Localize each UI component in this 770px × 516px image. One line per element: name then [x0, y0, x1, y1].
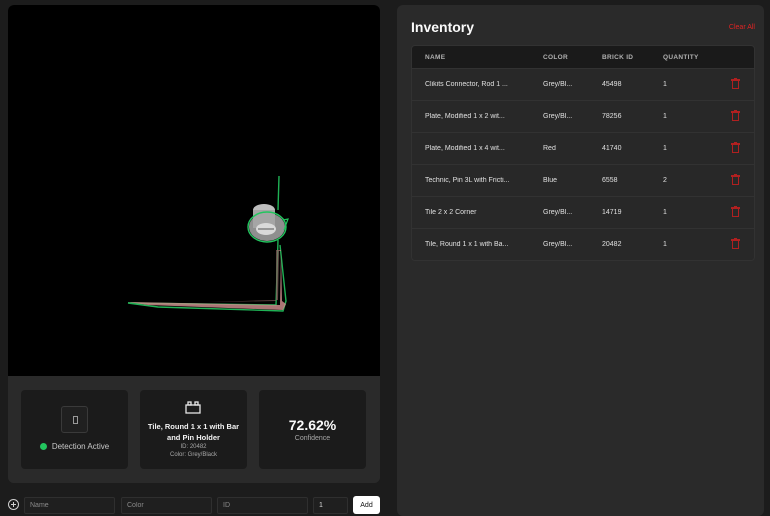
app-root: Detection Active Tile, Round 1 x 1 with …: [0, 0, 770, 516]
cell-brick-id: 41740: [602, 145, 622, 152]
cell-quantity: 1: [663, 81, 667, 88]
inventory-table: NAME COLOR BRICK ID QUANTITY Clikits Con…: [411, 45, 755, 261]
trash-icon[interactable]: [731, 78, 740, 89]
column-header-name[interactable]: NAME: [425, 54, 535, 61]
column-header-quantity[interactable]: QUANTITY: [663, 54, 698, 61]
cell-name: Technic, Pin 3L with Fricti...: [425, 177, 510, 184]
camera-icon: [61, 406, 88, 433]
cell-brick-id: 78256: [602, 113, 622, 120]
trash-icon[interactable]: [731, 174, 740, 185]
current-brick-card: Tile, Round 1 x 1 with Bar and Pin Holde…: [140, 390, 247, 469]
cell-quantity: 1: [663, 145, 667, 152]
table-row: Plate, Modified 1 x 4 wit... Red 41740 1: [412, 132, 754, 164]
confidence-label: Confidence: [294, 435, 331, 442]
confidence-value: 72.62%: [288, 417, 337, 433]
color-input[interactable]: [121, 497, 212, 514]
id-input[interactable]: [217, 497, 308, 514]
cell-brick-id: 14719: [602, 209, 622, 216]
cell-name: Tile 2 x 2 Corner: [425, 209, 477, 216]
cell-name: Plate, Modified 1 x 4 wit...: [425, 145, 505, 152]
column-header-brick-id[interactable]: BRICK ID: [602, 54, 652, 61]
trash-icon[interactable]: [731, 206, 740, 217]
table-row: Tile, Round 1 x 1 with Ba... Grey/Bl... …: [412, 228, 754, 260]
inventory-title: Inventory: [411, 19, 475, 35]
detection-status-card: Detection Active: [21, 390, 128, 469]
trash-icon[interactable]: [731, 110, 740, 121]
cell-quantity: 1: [663, 241, 667, 248]
trash-icon[interactable]: [731, 142, 740, 153]
cell-color: Grey/Bl...: [543, 241, 573, 248]
cell-quantity: 1: [663, 113, 667, 120]
cell-name: Clikits Connector, Rod 1 ...: [425, 81, 508, 88]
detection-panel: Detection Active Tile, Round 1 x 1 with …: [8, 5, 380, 483]
name-input[interactable]: [24, 497, 115, 514]
confidence-card: 72.62% Confidence: [259, 390, 366, 469]
brick-icon: [185, 401, 201, 414]
add-button[interactable]: Add: [353, 496, 380, 514]
table-header: NAME COLOR BRICK ID QUANTITY: [412, 46, 754, 68]
stats-row: Detection Active Tile, Round 1 x 1 with …: [8, 376, 380, 483]
cell-brick-id: 20482: [602, 241, 622, 248]
table-row: Tile 2 x 2 Corner Grey/Bl... 14719 1: [412, 196, 754, 228]
current-brick-name: Tile, Round 1 x 1 with Bar and Pin Holde…: [147, 422, 240, 442]
cell-color: Grey/Bl...: [543, 209, 573, 216]
table-row: Clikits Connector, Rod 1 ... Grey/Bl... …: [412, 68, 754, 100]
current-brick-color: Color: Grey/Black: [169, 452, 217, 458]
detection-overlay: [127, 175, 289, 312]
inventory-panel: Inventory Clear All NAME COLOR BRICK ID …: [397, 5, 764, 516]
cell-color: Blue: [543, 177, 558, 184]
add-circle-icon[interactable]: [8, 499, 19, 510]
cell-name: Tile, Round 1 x 1 with Ba...: [425, 241, 509, 248]
cell-color: Red: [543, 145, 556, 152]
trash-icon[interactable]: [731, 238, 740, 249]
status-dot-icon: [39, 443, 47, 450]
clear-all-link[interactable]: Clear All: [729, 24, 755, 31]
cell-color: Grey/Bl...: [543, 113, 573, 120]
camera-feed: [8, 5, 380, 376]
detection-status-label: Detection Active: [51, 442, 110, 451]
current-brick-id: ID: 20482: [180, 444, 207, 450]
column-header-color[interactable]: COLOR: [543, 54, 575, 61]
table-row: Technic, Pin 3L with Fricti... Blue 6558…: [412, 164, 754, 196]
cell-name: Plate, Modified 1 x 2 wit...: [425, 113, 505, 120]
cell-quantity: 1: [663, 209, 667, 216]
cell-quantity: 2: [663, 177, 667, 184]
quantity-input[interactable]: [313, 497, 348, 514]
cell-brick-id: 6558: [602, 177, 618, 184]
add-brick-form: Add: [8, 496, 380, 514]
cell-brick-id: 45498: [602, 81, 622, 88]
table-row: Plate, Modified 1 x 2 wit... Grey/Bl... …: [412, 100, 754, 132]
cell-color: Grey/Bl...: [543, 81, 573, 88]
